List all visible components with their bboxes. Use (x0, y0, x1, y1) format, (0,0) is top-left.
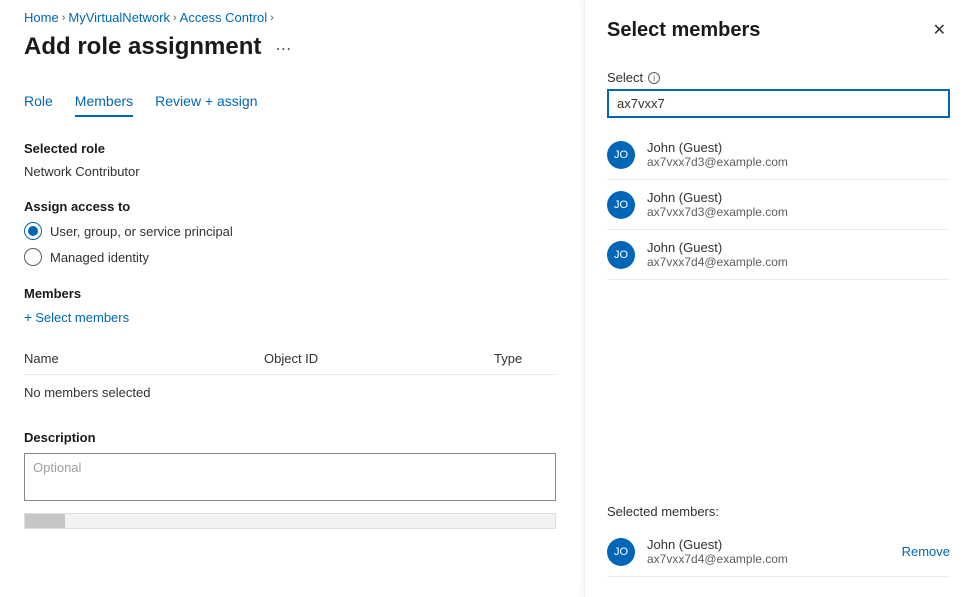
breadcrumb-access[interactable]: Access Control (180, 10, 267, 25)
results-list: JO John (Guest) ax7vxx7d3@example.com JO… (607, 130, 950, 280)
radio-icon (24, 222, 42, 240)
result-name: John (Guest) (647, 190, 788, 205)
tab-role[interactable]: Role (24, 93, 53, 117)
result-email: ax7vxx7d3@example.com (647, 155, 788, 169)
page-title: Add role assignment (24, 33, 261, 61)
search-input[interactable] (607, 89, 950, 118)
members-empty: No members selected (24, 375, 556, 410)
more-icon[interactable]: ⋯ (275, 39, 292, 59)
select-members-link[interactable]: + Select members (24, 309, 556, 325)
th-object-id: Object ID (264, 351, 494, 366)
radio-managed-label: Managed identity (50, 250, 149, 265)
avatar: JO (607, 241, 635, 269)
scrollbar-thumb[interactable] (25, 514, 65, 528)
radio-managed-identity[interactable]: Managed identity (24, 248, 556, 266)
members-label: Members (24, 286, 556, 301)
tab-review[interactable]: Review + assign (155, 93, 257, 117)
selected-email: ax7vxx7d4@example.com (647, 552, 788, 566)
breadcrumb: Home › MyVirtualNetwork › Access Control… (24, 10, 556, 25)
selected-name: John (Guest) (647, 537, 788, 552)
chevron-right-icon: › (270, 12, 274, 24)
panel-title: Select members (607, 19, 760, 42)
select-members-text: Select members (35, 310, 129, 325)
th-name: Name (24, 351, 264, 366)
radio-user-label: User, group, or service principal (50, 224, 233, 239)
selected-role-label: Selected role (24, 141, 556, 156)
description-input[interactable]: Optional (24, 453, 556, 501)
result-item[interactable]: JO John (Guest) ax7vxx7d3@example.com (607, 130, 950, 180)
chevron-right-icon: › (173, 12, 177, 24)
avatar: JO (607, 191, 635, 219)
select-field-label: Select i (607, 70, 950, 85)
radio-icon (24, 248, 42, 266)
result-item[interactable]: JO John (Guest) ax7vxx7d3@example.com (607, 180, 950, 230)
result-name: John (Guest) (647, 140, 788, 155)
breadcrumb-vnet[interactable]: MyVirtualNetwork (68, 10, 170, 25)
tabs: Role Members Review + assign (24, 93, 556, 117)
th-type: Type (494, 351, 556, 366)
info-icon[interactable]: i (648, 72, 660, 84)
result-email: ax7vxx7d4@example.com (647, 255, 788, 269)
select-members-panel: Select members ✕ Select i JO John (Guest… (584, 0, 972, 597)
avatar: JO (607, 141, 635, 169)
result-email: ax7vxx7d3@example.com (647, 205, 788, 219)
result-name: John (Guest) (647, 240, 788, 255)
plus-icon: + (24, 309, 32, 325)
close-icon[interactable]: ✕ (929, 16, 950, 44)
description-label: Description (24, 430, 556, 445)
tab-members[interactable]: Members (75, 93, 133, 117)
radio-user-group[interactable]: User, group, or service principal (24, 222, 556, 240)
members-table: Name Object ID Type No members selected (24, 343, 556, 410)
selected-role-value: Network Contributor (24, 164, 556, 179)
remove-link[interactable]: Remove (902, 544, 950, 559)
result-item[interactable]: JO John (Guest) ax7vxx7d4@example.com (607, 230, 950, 280)
chevron-right-icon: › (62, 12, 66, 24)
assign-access-label: Assign access to (24, 199, 556, 214)
selected-members-label: Selected members: (607, 504, 950, 519)
breadcrumb-home[interactable]: Home (24, 10, 59, 25)
horizontal-scrollbar[interactable] (24, 513, 556, 529)
avatar: JO (607, 538, 635, 566)
selected-member-row: JO John (Guest) ax7vxx7d4@example.com Re… (607, 527, 950, 577)
